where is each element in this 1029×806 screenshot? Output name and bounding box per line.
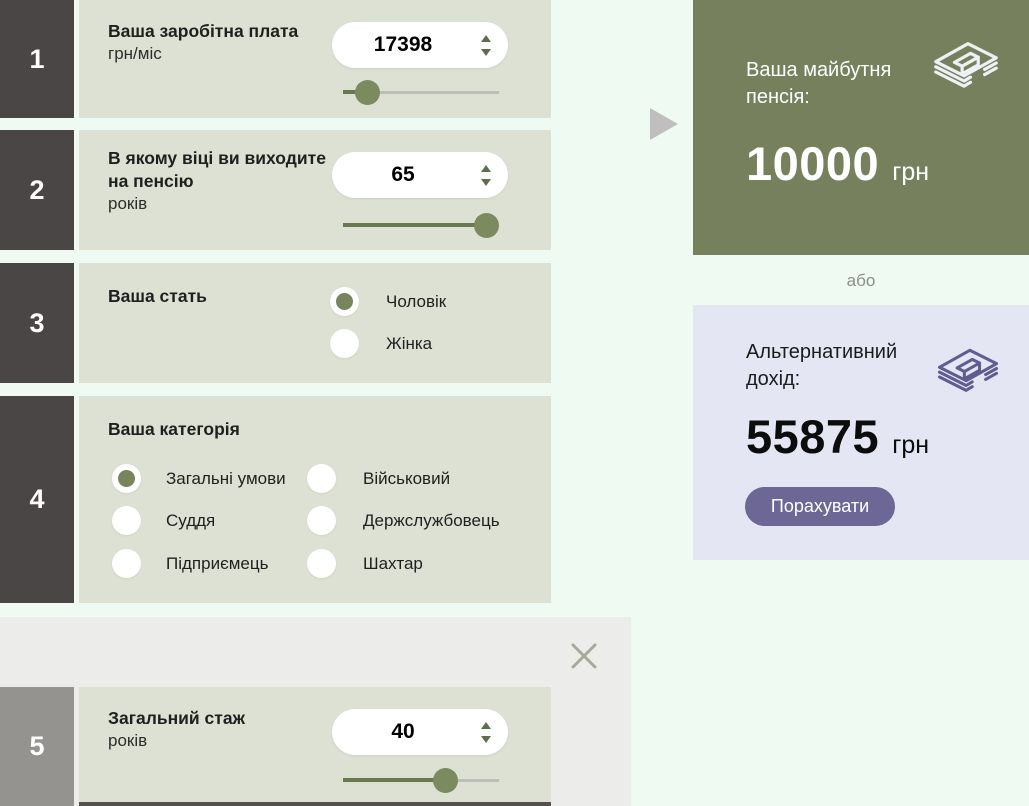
alternative-amount: 55875 (746, 410, 880, 463)
pension-result-panel: Ваша майбутня пенсія: 10000 грн (693, 0, 1029, 255)
money-stack-icon (937, 348, 999, 392)
slider-thumb[interactable] (474, 213, 500, 238)
section-gender: 3 Ваша стать Чоловік Жінка (0, 263, 551, 383)
spinner-down-icon[interactable] (481, 735, 491, 743)
arrow-right-icon (650, 108, 678, 140)
section-salary: 1 Ваша заробітна плата грн/міс 17398 (0, 0, 551, 118)
next-section-edge (79, 802, 551, 806)
pension-currency: грн (892, 158, 930, 186)
gender-title: Ваша стать (108, 286, 207, 306)
slider-fill (343, 778, 446, 782)
salary-title: Ваша заробітна плата (108, 21, 299, 41)
category-option[interactable]: Суддя (112, 506, 215, 535)
age-slider[interactable] (343, 212, 500, 238)
section-experience-panel: Загальний стаж років 40 (79, 687, 551, 806)
radio-female[interactable] (330, 329, 359, 358)
slider-thumb[interactable] (355, 80, 381, 105)
alternative-title: Альтернативний дохід: (746, 341, 898, 390)
radio-general[interactable] (112, 464, 141, 493)
category-option[interactable]: Держслужбовець (307, 506, 500, 535)
category-option[interactable]: Військовий (307, 464, 450, 493)
radio-miner[interactable] (307, 549, 336, 578)
alternative-currency: грн (892, 431, 930, 459)
slider-thumb[interactable] (433, 768, 459, 793)
close-icon[interactable] (570, 642, 598, 670)
radio-judge[interactable] (112, 506, 141, 535)
spinner-up-icon[interactable] (481, 34, 491, 42)
section-age: 2 В якому віці ви виходите на пенсію рок… (0, 130, 551, 250)
radio-male[interactable] (330, 287, 359, 316)
age-spinner[interactable]: 65 (332, 152, 508, 198)
section-category: 4 Ваша категорія Загальні умови Військов… (0, 396, 551, 603)
experience-slider[interactable] (343, 767, 499, 793)
pension-amount: 10000 (746, 137, 880, 190)
section-number-badge: 1 (0, 0, 74, 118)
section-number-badge: 2 (0, 130, 74, 250)
salary-slider[interactable] (343, 79, 499, 105)
spinner-up-icon[interactable] (481, 721, 491, 729)
experience-spinner[interactable]: 40 (332, 709, 508, 755)
radio-civil-servant[interactable] (307, 506, 336, 535)
calculate-button[interactable]: Порахувати (745, 487, 895, 526)
radio-military[interactable] (307, 464, 336, 493)
category-option[interactable]: Загальні умови (112, 464, 286, 493)
experience-unit: років (108, 731, 148, 751)
section-number-badge: 5 (0, 687, 74, 806)
category-option[interactable]: Підприємець (112, 549, 268, 578)
section-number-badge: 4 (0, 396, 74, 603)
pension-result-title: Ваша майбутня пенсія: (746, 59, 892, 108)
section-age-panel: В якому віці ви виходите на пенсію років… (79, 130, 551, 250)
spinner-down-icon[interactable] (481, 178, 491, 186)
gender-option-male[interactable]: Чоловік (330, 287, 446, 316)
category-title: Ваша категорія (108, 419, 240, 439)
radio-entrepreneur[interactable] (112, 549, 141, 578)
pension-calculator-page: 1 Ваша заробітна плата грн/міс 17398 2 В… (0, 0, 1029, 806)
radio-male-label: Чоловік (386, 291, 447, 311)
alternative-income-panel: Альтернативний дохід: 55875 грн Порахува… (693, 305, 1029, 560)
section-number-badge: 3 (0, 263, 74, 383)
salary-unit: грн/міс (108, 44, 162, 64)
spinner-up-icon[interactable] (481, 164, 491, 172)
section-category-panel: Ваша категорія Загальні умови Військовий… (79, 396, 551, 603)
age-unit: років (108, 194, 148, 214)
gender-option-female[interactable]: Жінка (330, 329, 432, 358)
age-title: В якому віці ви виходите на пенсію (108, 148, 326, 192)
salary-spinner[interactable]: 17398 (332, 22, 508, 68)
category-option[interactable]: Шахтар (307, 549, 423, 578)
section-salary-panel: Ваша заробітна плата грн/міс 17398 (79, 0, 551, 118)
experience-title: Загальний стаж (108, 708, 245, 728)
spinner-down-icon[interactable] (481, 48, 491, 56)
or-label: або (846, 271, 876, 290)
section-experience: 5 Загальний стаж років 40 (0, 687, 551, 806)
money-stack-icon (934, 42, 998, 88)
radio-female-label: Жінка (386, 333, 433, 353)
slider-fill (343, 223, 487, 227)
section-gender-panel: Ваша стать Чоловік Жінка (79, 263, 551, 383)
